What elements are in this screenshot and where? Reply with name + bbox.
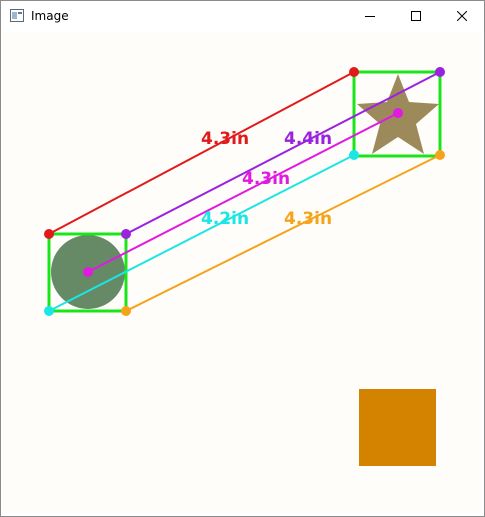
maximize-icon xyxy=(411,11,421,21)
purple-endpoint xyxy=(121,229,131,239)
magenta-endpoint xyxy=(393,108,403,118)
image-canvas: 4.3in 4.4in 4.3in 4.2in 4.3in xyxy=(2,32,482,514)
minimize-button[interactable] xyxy=(347,1,393,31)
orange-measure-label: 4.3in xyxy=(284,209,332,229)
orange-square xyxy=(359,389,436,466)
title-bar[interactable]: Image xyxy=(1,1,484,31)
red-measure-label: 4.3in xyxy=(201,129,249,149)
cyan-endpoint xyxy=(44,306,54,316)
purple-endpoint xyxy=(435,67,445,77)
orange-endpoint xyxy=(435,150,445,160)
minimize-icon xyxy=(365,16,375,17)
purple-measure-line xyxy=(125,71,441,235)
close-icon xyxy=(457,11,467,21)
purple-measure-label: 4.4in xyxy=(284,129,332,149)
close-button[interactable] xyxy=(439,1,485,31)
red-endpoint xyxy=(349,67,359,77)
image-window: Image 4.3in 4.4in 4.3in 4.2in 4.3in xyxy=(0,0,485,517)
magenta-measure-label: 4.3in xyxy=(242,169,290,189)
maximize-button[interactable] xyxy=(393,1,439,31)
cyan-endpoint xyxy=(349,150,359,160)
magenta-endpoint xyxy=(83,267,93,277)
image-window-icon xyxy=(10,9,24,22)
window-title: Image xyxy=(31,9,69,23)
orange-endpoint xyxy=(121,306,131,316)
red-endpoint xyxy=(44,229,54,239)
cyan-measure-label: 4.2in xyxy=(201,209,249,229)
